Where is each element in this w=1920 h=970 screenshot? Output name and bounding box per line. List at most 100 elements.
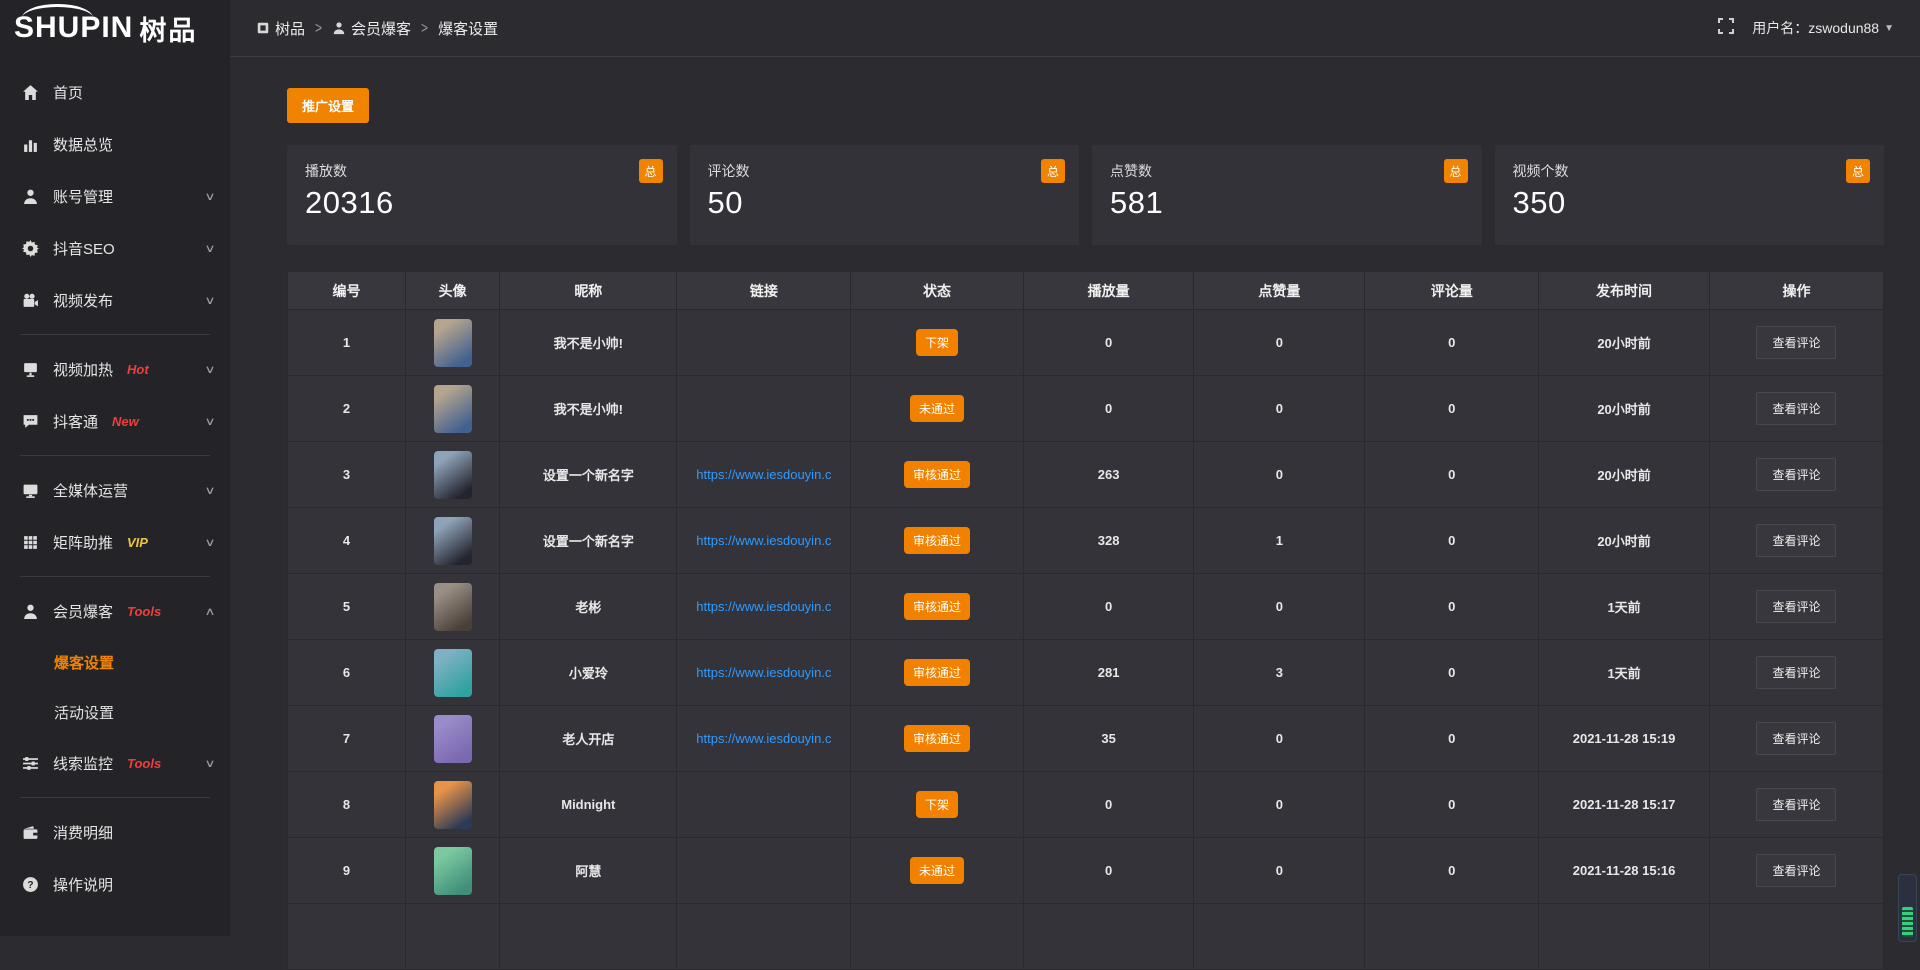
- wallet-icon: [22, 824, 39, 841]
- sidebar-item-label: 视频发布: [53, 290, 113, 311]
- table-row: 2我不是小帅!未通过00020小时前查看评论: [288, 376, 1884, 442]
- sidebar-item-视频加热[interactable]: 视频加热Hot∨: [0, 343, 230, 395]
- video-link[interactable]: https://www.iesdouyin.c: [696, 665, 831, 680]
- sidebar-item-label: 抖音SEO: [53, 238, 115, 259]
- cell-likes: 0: [1194, 838, 1365, 904]
- status-badge[interactable]: 审核通过: [904, 593, 970, 620]
- video-link[interactable]: https://www.iesdouyin.c: [696, 467, 831, 482]
- sidebar-item-抖客通[interactable]: 抖客通New∨: [0, 395, 230, 447]
- cell-index: 3: [288, 442, 406, 508]
- cell-publish-time: 2021-11-28 15:19: [1539, 706, 1710, 772]
- video-link[interactable]: https://www.iesdouyin.c: [696, 533, 831, 548]
- avatar: [434, 847, 472, 895]
- status-badge[interactable]: 审核通过: [904, 725, 970, 752]
- sidebar-item-会员爆客[interactable]: 会员爆客Tools∧: [0, 585, 230, 637]
- column-header-编号: 编号: [288, 272, 406, 310]
- status-badge[interactable]: 下架: [916, 791, 958, 818]
- chevron-down-icon: ∨: [204, 484, 215, 497]
- user-icon: [22, 188, 39, 205]
- cell-action: 查看评论: [1709, 772, 1883, 838]
- cell-status: 下架: [851, 310, 1023, 376]
- view-comments-button[interactable]: 查看评论: [1756, 392, 1836, 425]
- sidebar-item-线索监控[interactable]: 线索监控Tools∨: [0, 737, 230, 789]
- sidebar-subitem-活动设置[interactable]: 活动设置: [0, 687, 230, 737]
- question-icon: ?: [22, 876, 39, 893]
- cell-likes: 0: [1194, 442, 1365, 508]
- cell-comments: 0: [1365, 442, 1539, 508]
- view-comments-button[interactable]: 查看评论: [1756, 722, 1836, 755]
- sidebar-divider: [20, 334, 210, 335]
- cell-nickname: 老人开店: [500, 706, 677, 772]
- video-link[interactable]: https://www.iesdouyin.c: [696, 599, 831, 614]
- heat-icon: [22, 361, 39, 378]
- status-badge[interactable]: 审核通过: [904, 461, 970, 488]
- scrollbar-widget[interactable]: [1898, 874, 1917, 942]
- sidebar-subitem-爆客设置[interactable]: 爆客设置: [0, 637, 230, 687]
- monitor-icon: [22, 482, 39, 499]
- view-comments-button[interactable]: 查看评论: [1756, 326, 1836, 359]
- sidebar-item-账号管理[interactable]: 账号管理∨: [0, 170, 230, 222]
- sidebar-item-tag: VIP: [127, 535, 148, 550]
- cell-link[interactable]: https://www.iesdouyin.c: [677, 640, 851, 706]
- cell-status: 未通过: [851, 838, 1023, 904]
- view-comments-button[interactable]: 查看评论: [1756, 854, 1836, 887]
- cell-link: [677, 838, 851, 904]
- chevron-down-icon: ∨: [204, 190, 215, 203]
- cell-link[interactable]: https://www.iesdouyin.c: [677, 508, 851, 574]
- cell-plays: 35: [1023, 706, 1194, 772]
- promo-settings-button[interactable]: 推广设置: [287, 88, 369, 123]
- view-comments-button[interactable]: 查看评论: [1756, 458, 1836, 491]
- cell-comments: 0: [1365, 706, 1539, 772]
- app-logo: SHUPIN 树品: [0, 0, 230, 56]
- sidebar-item-操作说明[interactable]: ?操作说明: [0, 858, 230, 910]
- chevron-down-icon: ∨: [204, 415, 215, 428]
- status-badge[interactable]: 审核通过: [904, 527, 970, 554]
- sidebar-divider: [20, 455, 210, 456]
- fullscreen-icon[interactable]: [1718, 18, 1734, 39]
- sidebar-item-矩阵助推[interactable]: 矩阵助推VIP∨: [0, 516, 230, 568]
- sidebar-item-消费明细[interactable]: 消费明细: [0, 806, 230, 858]
- username-label: 用户名：: [1752, 18, 1808, 38]
- cell-link[interactable]: https://www.iesdouyin.c: [677, 574, 851, 640]
- user-menu[interactable]: 用户名：zswodun88 ▼: [1752, 18, 1894, 38]
- breadcrumb-item-树品[interactable]: 树品: [256, 18, 305, 39]
- cell-index: 6: [288, 640, 406, 706]
- sidebar-item-数据总览[interactable]: 数据总览: [0, 118, 230, 170]
- stat-value: 20316: [305, 185, 659, 221]
- chevron-down-icon: ∨: [204, 363, 215, 376]
- cell-index: 5: [288, 574, 406, 640]
- breadcrumb-item-会员爆客[interactable]: 会员爆客: [332, 18, 411, 39]
- sidebar-item-全媒体运营[interactable]: 全媒体运营 ∨: [0, 464, 230, 516]
- sidebar-item-抖音SEO[interactable]: 抖音SEO∨: [0, 222, 230, 274]
- cell-avatar: [406, 442, 500, 508]
- cell-status: 未通过: [851, 376, 1023, 442]
- table-row: 9阿慧未通过0002021-11-28 15:16查看评论: [288, 838, 1884, 904]
- sidebar-item-label: 全媒体运营: [53, 480, 128, 501]
- column-header-操作: 操作: [1709, 272, 1883, 310]
- cell-publish-time: 20小时前: [1539, 376, 1710, 442]
- sidebar-item-label: 数据总览: [53, 134, 113, 155]
- video-link[interactable]: https://www.iesdouyin.c: [696, 731, 831, 746]
- sidebar-item-首页[interactable]: 首页: [0, 66, 230, 118]
- cell-publish-time: 20小时前: [1539, 508, 1710, 574]
- sidebar-item-视频发布[interactable]: 视频发布∨: [0, 274, 230, 326]
- status-badge[interactable]: 未通过: [910, 857, 964, 884]
- cell-plays: 0: [1023, 772, 1194, 838]
- cell-link[interactable]: https://www.iesdouyin.c: [677, 706, 851, 772]
- status-badge[interactable]: 审核通过: [904, 659, 970, 686]
- view-comments-button[interactable]: 查看评论: [1756, 788, 1836, 821]
- view-comments-button[interactable]: 查看评论: [1756, 524, 1836, 557]
- status-badge[interactable]: 未通过: [910, 395, 964, 422]
- column-header-状态: 状态: [851, 272, 1023, 310]
- breadcrumb-item-爆客设置[interactable]: 爆客设置: [438, 18, 498, 39]
- cell-status: 审核通过: [851, 574, 1023, 640]
- status-badge[interactable]: 下架: [916, 329, 958, 356]
- view-comments-button[interactable]: 查看评论: [1756, 590, 1836, 623]
- sidebar-item-label: 首页: [53, 82, 83, 103]
- cell-link[interactable]: https://www.iesdouyin.c: [677, 442, 851, 508]
- column-header-链接: 链接: [677, 272, 851, 310]
- view-comments-button[interactable]: 查看评论: [1756, 656, 1836, 689]
- cell-action: [1709, 904, 1883, 970]
- cell-avatar: [406, 508, 500, 574]
- cell-plays: [1023, 904, 1194, 970]
